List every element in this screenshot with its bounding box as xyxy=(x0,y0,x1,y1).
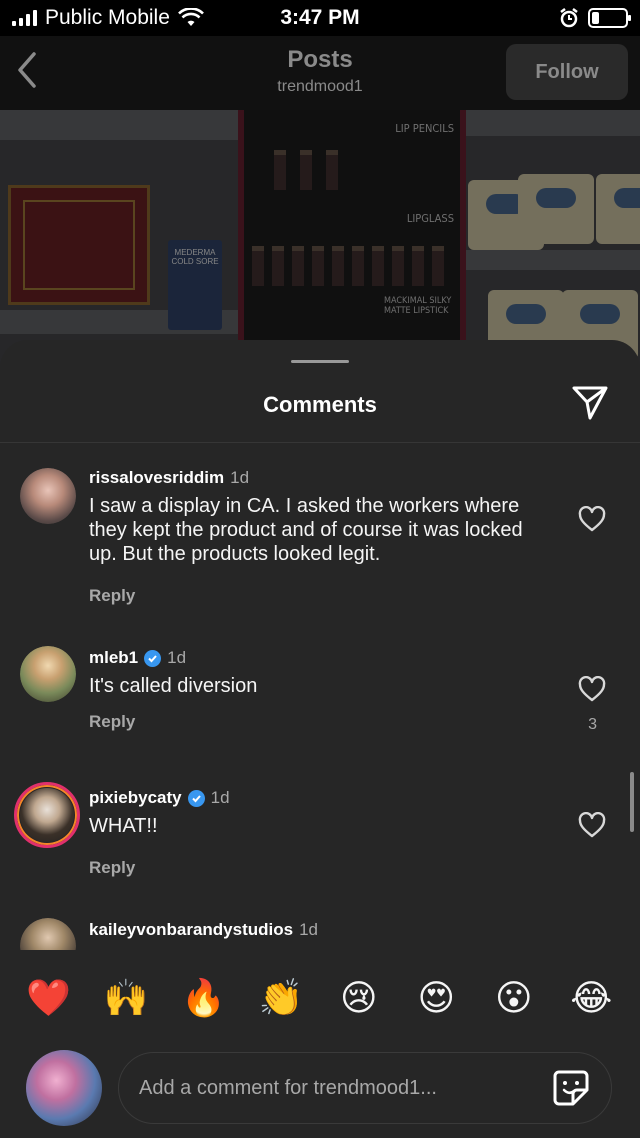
battery-icon xyxy=(588,8,631,28)
comment-body: kaileyvonbarandystudios 1d xyxy=(89,920,549,940)
emoji-fire[interactable]: 🔥 xyxy=(176,977,232,1019)
emoji-crying[interactable]: 😢 xyxy=(331,978,387,1019)
emoji-clap[interactable]: 👏 xyxy=(253,977,309,1019)
share-icon[interactable] xyxy=(570,382,610,422)
comment-input-placeholder[interactable]: Add a comment for trendmood1... xyxy=(139,1077,551,1100)
comment-text: I saw a display in CA. I asked the worke… xyxy=(89,495,523,565)
signal-icon xyxy=(12,10,37,26)
comment-time: 1d xyxy=(299,920,318,939)
emoji-laughing[interactable]: 😂 xyxy=(563,978,619,1019)
current-user-avatar xyxy=(26,1050,102,1126)
status-right xyxy=(558,7,631,29)
verified-badge-icon xyxy=(144,649,162,667)
comment-list[interactable]: rissalovesriddim 1d I saw a display in CA… xyxy=(0,442,640,950)
comment-username[interactable]: pixiebycaty xyxy=(89,788,182,808)
comment-header: kaileyvonbarandystudios 1d xyxy=(89,920,549,940)
reply-button[interactable]: Reply xyxy=(89,858,549,878)
comment-header: pixiebycaty 1d xyxy=(89,788,549,808)
follow-button[interactable]: Follow xyxy=(506,44,628,100)
avatar-image xyxy=(20,918,76,950)
emoji-quick-reactions: ❤️ 🙌 🔥 👏 😢 😍 😮 😂 xyxy=(0,950,640,1046)
comment-time: 1d xyxy=(230,468,250,487)
avatar[interactable] xyxy=(20,918,76,950)
emoji-heart[interactable]: ❤️ xyxy=(21,977,77,1019)
avatar-image xyxy=(20,646,76,702)
avatar-image xyxy=(20,468,76,524)
post-photo: MEDERMA COLD SORE LIP PENCILS LIPGLASS M… xyxy=(0,110,640,370)
comment-time: 1d xyxy=(167,648,187,667)
like-count: 3 xyxy=(588,716,597,733)
comment-text: WHAT!! xyxy=(89,815,158,837)
photo-dim-overlay xyxy=(0,110,640,370)
heart-icon[interactable] xyxy=(578,676,606,702)
scrollbar[interactable] xyxy=(630,772,634,832)
sticker-icon[interactable] xyxy=(551,1068,591,1108)
sheet-title: Comments xyxy=(263,392,377,417)
comment-username[interactable]: rissalovesriddim xyxy=(89,468,224,488)
sheet-drag-handle[interactable] xyxy=(291,360,349,363)
comment-body: pixiebycaty 1d WHAT!! Reply xyxy=(89,788,549,878)
emoji-heart-eyes[interactable]: 😍 xyxy=(408,978,464,1019)
avatar[interactable] xyxy=(20,646,76,702)
status-left: Public Mobile xyxy=(12,6,204,30)
heart-icon[interactable] xyxy=(578,506,606,532)
comment-text: It's called diversion xyxy=(89,675,258,697)
comment-body: mleb1 1d It's called diversion Reply xyxy=(89,648,549,732)
story-ring-avatar[interactable] xyxy=(14,782,80,848)
avatar[interactable] xyxy=(20,468,76,524)
comment-username[interactable]: mleb1 xyxy=(89,648,138,668)
avatar-image xyxy=(20,788,74,842)
verified-badge-icon xyxy=(187,789,205,807)
comment-body: rissalovesriddim 1d I saw a display in CA… xyxy=(89,468,549,606)
comment-header: rissalovesriddim 1d xyxy=(89,468,549,488)
wifi-icon xyxy=(177,8,204,26)
carrier-name: Public Mobile xyxy=(45,6,170,29)
header: Posts trendmood1 Follow xyxy=(0,36,640,110)
alarm-icon xyxy=(560,8,578,28)
comment-time: 1d xyxy=(210,788,230,807)
emoji-surprised[interactable]: 😮 xyxy=(486,978,542,1019)
comment-header: mleb1 1d xyxy=(89,648,549,668)
heart-icon[interactable] xyxy=(578,812,606,838)
emoji-raised-hands[interactable]: 🙌 xyxy=(98,977,154,1019)
comment-username[interactable]: kaileyvonbarandystudios xyxy=(89,920,293,940)
comment-input[interactable]: Add a comment for trendmood1... xyxy=(118,1052,612,1124)
comment-composer: Add a comment for trendmood1... xyxy=(0,1046,640,1138)
reply-button[interactable]: Reply xyxy=(89,586,549,606)
status-bar: Public Mobile 3:47 PM xyxy=(0,0,640,36)
reply-button[interactable]: Reply xyxy=(89,712,549,732)
